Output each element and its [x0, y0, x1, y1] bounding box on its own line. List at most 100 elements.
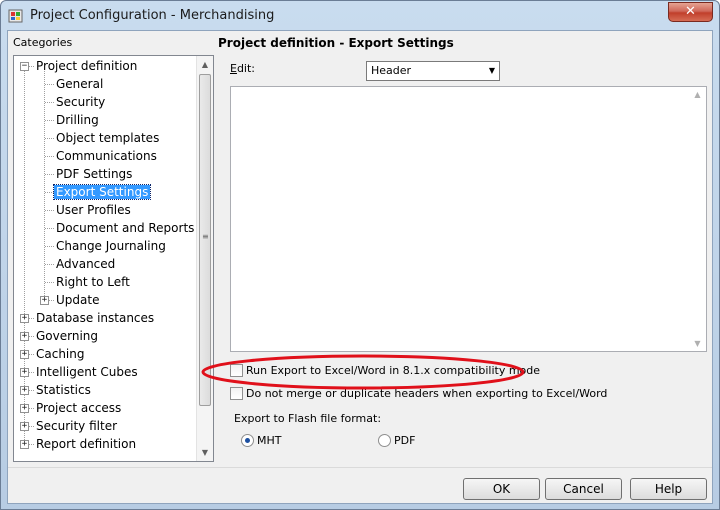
category-tree: Project definition − General Security Drilli…	[14, 56, 197, 461]
tree-item-label: Right to Left	[56, 275, 130, 289]
ok-button[interactable]: OK	[463, 478, 540, 500]
tree-item[interactable]: Governing	[34, 327, 100, 345]
tree-connector-line	[45, 228, 54, 229]
expand-icon[interactable]: +	[20, 404, 29, 413]
tree-item-label: Security	[56, 95, 106, 109]
tree-item[interactable]: Database instances	[34, 309, 156, 327]
radio-pdf-label: PDF	[394, 434, 416, 447]
scroll-down-arrow-icon[interactable]: ▼	[197, 444, 213, 461]
tree-item[interactable]: PDF Settings	[54, 165, 134, 183]
radio-mht-label: MHT	[257, 434, 282, 447]
cancel-button[interactable]: Cancel	[545, 478, 622, 500]
tree-item-label: User Profiles	[56, 203, 131, 217]
edit-section-dropdown[interactable]: Header ▼	[366, 61, 500, 81]
tree-item[interactable]: User Profiles	[54, 201, 133, 219]
tree-connector-line	[45, 174, 54, 175]
help-button[interactable]: Help	[630, 478, 707, 500]
expand-icon[interactable]: +	[40, 296, 49, 305]
scroll-up-arrow-icon[interactable]: ▲	[689, 90, 706, 99]
tree-item-label: Update	[56, 293, 100, 307]
title-bar[interactable]: Project Configuration - Merchandising ✕	[1, 1, 719, 31]
tree-connector-line	[45, 120, 54, 121]
tree-item[interactable]: General	[54, 75, 105, 93]
tree-item-label: Intelligent Cubes	[36, 365, 138, 379]
edit-label-text: dit:	[236, 62, 256, 75]
tree-item-label: Project access	[36, 401, 122, 415]
tree-connector-line	[45, 210, 54, 211]
tree-item-label: Document and Reports	[56, 221, 195, 235]
edit-label-mnemonic: E	[230, 62, 237, 75]
no-merge-headers-label: Do not merge or duplicate headers when e…	[246, 387, 608, 400]
tree-connector-line	[45, 102, 54, 103]
expand-icon[interactable]: +	[20, 386, 29, 395]
tree-item[interactable]: Right to Left	[54, 273, 132, 291]
tree-item[interactable]: Advanced	[54, 255, 117, 273]
tree-item-label: Drilling	[56, 113, 99, 127]
no-merge-headers-checkbox[interactable]	[230, 387, 243, 400]
tree-item[interactable]: Caching	[34, 345, 87, 363]
scroll-up-arrow-icon[interactable]: ▲	[197, 56, 213, 73]
flash-format-label: Export to Flash file format:	[234, 412, 382, 425]
tree-item-label: Object templates	[56, 131, 160, 145]
tree-scrollbar[interactable]: ▲ ≡ ▼	[196, 56, 213, 461]
tree-item[interactable]: Change Journaling	[54, 237, 168, 255]
tree-item-label: Project definition	[36, 59, 138, 73]
compat-mode-label: Run Export to Excel/Word in 8.1.x compat…	[246, 364, 541, 377]
tree-item[interactable]: Drilling	[54, 111, 101, 129]
tree-connector-line	[45, 246, 54, 247]
tree-item[interactable]: Report definition	[34, 435, 138, 453]
tree-item-label: Report definition	[36, 437, 137, 451]
tree-item[interactable]: Intelligent Cubes	[34, 363, 140, 381]
tree-item[interactable]: Update	[54, 291, 101, 309]
section-title: Project definition - Export Settings	[218, 36, 454, 50]
radio-pdf[interactable]	[378, 434, 391, 447]
tree-item[interactable]: Security filter	[34, 417, 119, 435]
edit-section-value: Header	[371, 64, 412, 77]
tree-connector-line	[45, 156, 54, 157]
app-icon	[8, 9, 23, 23]
tree-connector-line	[45, 264, 54, 265]
tree-item-label: Communications	[56, 149, 157, 163]
tree-item[interactable]: Object templates	[54, 129, 161, 147]
tree-item[interactable]: Security	[54, 93, 107, 111]
compat-mode-checkbox[interactable]	[230, 364, 243, 377]
tree-item[interactable]: Statistics	[34, 381, 93, 399]
tree-item-label: Change Journaling	[56, 239, 166, 253]
tree-item-label: Security filter	[36, 419, 118, 433]
window-title: Project Configuration - Merchandising	[30, 8, 275, 23]
tree-item[interactable]: Project access	[34, 399, 123, 417]
collapse-icon[interactable]: −	[20, 62, 29, 71]
close-button[interactable]: ✕	[668, 2, 713, 22]
expand-icon[interactable]: +	[20, 368, 29, 377]
close-icon: ✕	[685, 4, 696, 19]
tree-item-label: PDF Settings	[56, 167, 133, 181]
tree-connector-line	[45, 138, 54, 139]
tree-item[interactable]: Communications	[54, 147, 159, 165]
tree-item[interactable]: Project definition	[34, 57, 139, 75]
expand-icon[interactable]: +	[20, 422, 29, 431]
tree-item-label: Statistics	[36, 383, 91, 397]
tree-item-label: Advanced	[56, 257, 116, 271]
categories-label: Categories	[13, 36, 73, 49]
expand-icon[interactable]: +	[20, 314, 29, 323]
expand-icon[interactable]: +	[20, 332, 29, 341]
tree-connector-line	[45, 84, 54, 85]
tree-item[interactable]: Document and Reports	[54, 219, 196, 237]
expand-icon[interactable]: +	[20, 350, 29, 359]
footer-divider	[8, 467, 712, 468]
tree-connector-line	[45, 282, 54, 283]
dialog-window: Project Configuration - Merchandising ✕ …	[0, 0, 720, 510]
radio-selected-dot	[245, 438, 250, 443]
expand-icon[interactable]: +	[20, 440, 29, 449]
tree-connector-line	[44, 71, 45, 300]
tree-connector-line	[45, 192, 54, 193]
edit-label: Edit:	[230, 62, 255, 75]
scroll-down-arrow-icon[interactable]: ▼	[689, 339, 706, 348]
editor-scrollbar[interactable]: ▲ ▼	[689, 87, 706, 351]
dialog-client-area: Categories Project definition − General Sec…	[7, 30, 713, 504]
chevron-down-icon: ▼	[488, 66, 495, 75]
radio-mht[interactable]	[241, 434, 254, 447]
tree-scroll-thumb[interactable]: ≡	[199, 74, 211, 406]
header-editor-area[interactable]: ▲ ▼	[230, 86, 707, 352]
tree-item[interactable]: Export Settings	[52, 183, 152, 201]
